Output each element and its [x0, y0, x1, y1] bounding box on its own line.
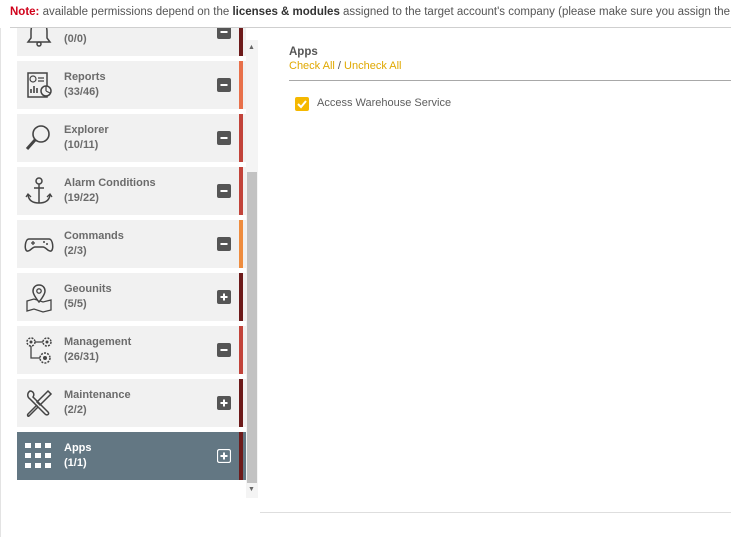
category-color-bar: [239, 220, 243, 268]
links-separator: /: [334, 60, 345, 72]
collapse-icon[interactable]: [217, 28, 231, 39]
category-color-bar: [239, 114, 243, 162]
collapse-icon[interactable]: [217, 237, 231, 251]
uncheck-all-link[interactable]: Uncheck All: [344, 60, 401, 72]
note-text-rest: assigned to the target account's company…: [343, 6, 731, 18]
permissions-panel: Apps Check All / Uncheck All Access Ware…: [289, 46, 731, 111]
expand-icon[interactable]: [216, 448, 232, 464]
note-banner: Note: available permissions depend on th…: [10, 6, 731, 22]
left-border: [0, 28, 1, 537]
collapse-icon[interactable]: [217, 78, 231, 92]
expand-icon[interactable]: [217, 396, 231, 410]
scroll-up-arrow[interactable]: ▲: [248, 44, 255, 51]
category-count: (0/0): [64, 33, 87, 45]
permission-label: Access Warehouse Service: [317, 97, 452, 109]
category-item-commands[interactable]: Commands (2/3): [17, 220, 246, 268]
category-list[interactable]: Alarms (0/0) Reports (33/46) Explorer (10/11)…: [17, 28, 246, 498]
category-item-alarm-conditions[interactable]: Alarm Conditions (19/22): [17, 167, 246, 215]
category-name: Explorer: [64, 124, 109, 136]
category-name: Reports: [64, 71, 106, 83]
category-item-management[interactable]: Management (26/31): [17, 326, 246, 374]
category-color-bar: [239, 379, 243, 427]
panel-title: Apps: [289, 46, 318, 58]
category-name: Alarms: [64, 28, 101, 30]
panel-divider: [289, 80, 731, 81]
category-color-bar: [239, 167, 243, 215]
category-count: (19/22): [64, 192, 99, 204]
category-count: (1/1): [64, 457, 87, 469]
category-count: (10/11): [64, 139, 99, 151]
map-pin-icon: [23, 281, 55, 313]
category-count: (2/2): [64, 404, 87, 416]
note-label: Note:: [10, 6, 40, 18]
reports-icon: [23, 69, 55, 101]
category-name: Maintenance: [64, 389, 131, 401]
check-all-link[interactable]: Check All: [289, 60, 335, 72]
note-bold: licenses & modules: [232, 6, 340, 18]
category-item-explorer[interactable]: Explorer (10/11): [17, 114, 246, 162]
category-color-bar: [239, 28, 243, 56]
bottom-divider: [260, 512, 731, 513]
permission-checkbox[interactable]: [295, 97, 309, 111]
collapse-icon[interactable]: [217, 343, 231, 357]
permissions-screen: Note: available permissions depend on th…: [0, 0, 731, 537]
checkmark-icon: [297, 100, 307, 109]
scroll-thumb[interactable]: [247, 172, 257, 483]
category-item-reports[interactable]: Reports (33/46): [17, 61, 246, 109]
scroll-down-arrow[interactable]: ▼: [248, 486, 255, 493]
category-name: Geounits: [64, 283, 112, 295]
collapse-icon[interactable]: [217, 131, 231, 145]
category-color-bar: [239, 61, 243, 109]
category-name: Commands: [64, 230, 124, 242]
expand-icon[interactable]: [217, 290, 231, 304]
category-name: Management: [64, 336, 132, 348]
gamepad-icon: [23, 228, 55, 260]
category-item-geounits[interactable]: Geounits (5/5): [17, 273, 246, 321]
magnifier-icon: [23, 122, 55, 154]
category-item-apps[interactable]: Apps (1/1): [17, 432, 246, 480]
gears-icon: [23, 334, 55, 366]
category-scrollbar[interactable]: ▲ ▼: [246, 40, 258, 498]
note-text: available permissions depend on the: [39, 6, 233, 18]
category-name: Apps: [64, 442, 92, 454]
category-count: (5/5): [64, 298, 87, 310]
category-count: (33/46): [64, 86, 99, 98]
category-item-alarms[interactable]: Alarms (0/0): [17, 28, 246, 56]
category-color-bar: [239, 432, 243, 480]
category-color-bar: [239, 326, 243, 374]
alarm-bell-icon: [23, 28, 55, 48]
apps-grid-icon: [23, 440, 55, 472]
collapse-icon[interactable]: [217, 184, 231, 198]
category-count: (2/3): [64, 245, 87, 257]
tools-icon: [23, 387, 55, 419]
category-name: Alarm Conditions: [64, 177, 156, 189]
check-links: Check All / Uncheck All: [289, 60, 731, 72]
anchor-icon: [23, 175, 55, 207]
category-count: (26/31): [64, 351, 99, 363]
category-color-bar: [239, 273, 243, 321]
category-item-maintenance[interactable]: Maintenance (2/2): [17, 379, 246, 427]
